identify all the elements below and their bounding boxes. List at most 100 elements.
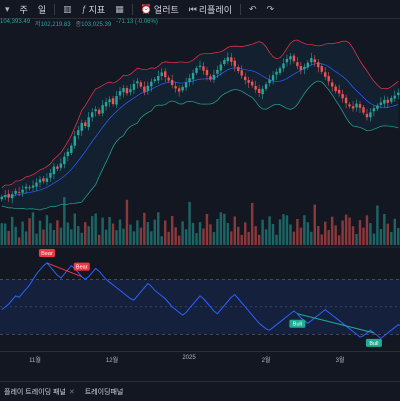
candle-body (358, 104, 362, 108)
alert-label: 얼러트 (153, 4, 179, 15)
candle-body (372, 108, 376, 112)
candle-body (28, 187, 31, 189)
volume-bar (101, 217, 104, 245)
candle-body (264, 84, 268, 89)
volume-bar (195, 233, 198, 245)
volume-bar (317, 226, 320, 245)
candle-body (205, 70, 209, 76)
candle-body (261, 88, 264, 95)
candle-body (303, 66, 306, 70)
volume-bar (139, 227, 143, 245)
price-chart[interactable]: Bear Bear Bull Bull (0, 30, 400, 350)
time-label: 12월 (105, 358, 119, 364)
candle-body (70, 145, 73, 153)
volume-bar (247, 231, 250, 245)
ohlc-readout: 104,393.49 저102,219.83 종103,025.39 -71.1… (0, 19, 158, 30)
tab-replay-trading-panel[interactable]: 플레이 트레이딩 패널 ✕ (0, 387, 81, 397)
time-label: 11월 (29, 358, 41, 364)
volume-bar (351, 226, 355, 245)
volume-bar (63, 197, 66, 245)
volume-bar (35, 233, 38, 245)
candle-body (122, 88, 125, 93)
volume-bar (334, 225, 337, 245)
volume-bar (330, 216, 334, 245)
indicators-icon: ƒ (81, 4, 87, 14)
volume-bar (372, 233, 376, 245)
candle-body (45, 178, 49, 182)
candle-body (56, 166, 59, 169)
volume-bar (219, 212, 223, 245)
candle-body (170, 79, 174, 86)
volume-bar (216, 219, 219, 245)
replay-label: 리플레이 (198, 4, 232, 15)
candle-body (386, 99, 390, 103)
close-icon[interactable]: ✕ (69, 388, 75, 396)
volume-bar (94, 213, 97, 245)
bottom-panel-tabs: 플레이 트레이딩 패널 ✕ 트레이딩패널 (0, 381, 400, 401)
candle-body (369, 112, 372, 118)
candle-body (198, 65, 202, 67)
volume-bar (198, 222, 202, 245)
volume-bar (393, 218, 396, 245)
candle-body (132, 83, 136, 90)
volume-bar (320, 234, 323, 245)
volume-bar (136, 220, 139, 245)
time-axis: 11월 12월 2025 2월 3월 (0, 351, 400, 366)
templates-button[interactable]: ▦ (110, 0, 129, 18)
candle-body (348, 104, 351, 107)
candle-body (310, 58, 313, 63)
candle-body (226, 57, 230, 62)
candle-body (334, 86, 337, 92)
drawing-tools-button[interactable]: ▾ (0, 0, 15, 18)
interval-button[interactable]: 주 (15, 0, 33, 18)
interval-button-2[interactable]: 일 (33, 0, 51, 18)
candle-body (94, 109, 97, 112)
volume-bar (77, 226, 80, 245)
volume-bar (157, 212, 160, 245)
candle-body (42, 178, 45, 182)
volume-bar (87, 226, 90, 245)
candle-body (104, 102, 108, 107)
volume-bar (254, 226, 257, 245)
indicators-button[interactable]: ƒ 지표 (77, 0, 111, 18)
candle-body (143, 86, 146, 92)
volume-bar (237, 226, 240, 245)
candle-body (90, 112, 94, 118)
alarm-icon: ⏰ (140, 3, 152, 14)
volume-bar (10, 216, 14, 245)
volume-bar (49, 223, 52, 245)
volume-bar (42, 229, 45, 245)
replay-icon: ⏮ (188, 3, 197, 14)
volume-bar (310, 231, 313, 245)
redo-button[interactable]: ↷ (262, 0, 280, 18)
volume-bar (56, 220, 59, 245)
candle-body (73, 136, 76, 146)
candle-body (0, 196, 3, 200)
candle-body (118, 91, 122, 96)
volume-bar (167, 231, 170, 245)
volume-bar (115, 230, 118, 245)
candle-body (244, 76, 247, 81)
replay-button[interactable]: ⏮ 리플레이 (184, 0, 237, 18)
candle-body (97, 109, 101, 114)
volume-bar (303, 215, 306, 245)
candle-body (63, 156, 66, 165)
volume-bar (376, 205, 379, 245)
candle-body (383, 99, 386, 104)
volume-bar (0, 223, 3, 245)
undo-button[interactable]: ↶ (244, 0, 262, 18)
candle-body (320, 66, 323, 72)
chart-type-button[interactable]: ▥ (58, 0, 77, 18)
candle-body (240, 70, 243, 76)
volume-bar (379, 229, 383, 245)
tab-trading-panel[interactable]: 트레이딩패널 (81, 387, 130, 397)
candles-icon: ▥ (63, 3, 72, 14)
candle-body (66, 151, 70, 157)
candle-body (35, 182, 38, 187)
volume-bar (59, 227, 63, 245)
candle-body (111, 98, 115, 104)
volume-bar (73, 213, 76, 245)
alert-button[interactable]: ⏰ 얼러트 (136, 0, 184, 18)
candle-body (237, 67, 240, 72)
volume-bar (80, 232, 83, 245)
